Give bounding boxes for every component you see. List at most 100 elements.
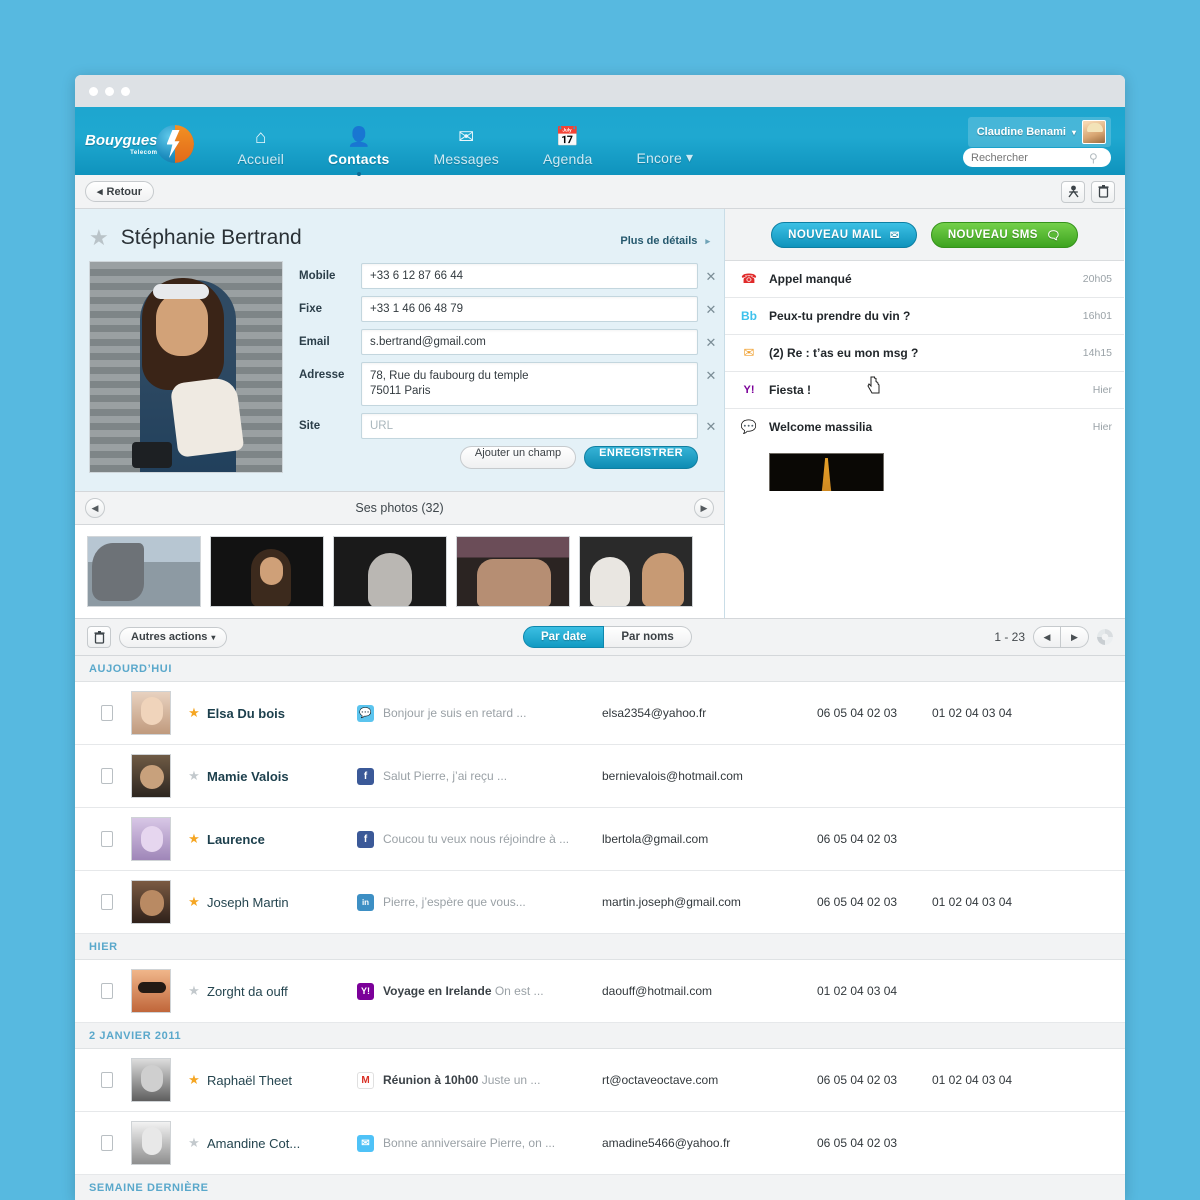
nav-item-contacts[interactable]: 👤 Contacts xyxy=(306,125,412,176)
favorite-star-icon[interactable]: ★ xyxy=(181,705,207,721)
favorite-star-icon[interactable]: ★ xyxy=(181,768,207,784)
new-sms-button[interactable]: NOUVEAU SMS 🗨 xyxy=(930,221,1078,248)
nav-encore-caret[interactable]: ▾ xyxy=(686,149,693,175)
table-row[interactable]: ★ Joseph Martin in Pierre, j’espère que … xyxy=(75,871,1125,934)
message-item[interactable]: Bb Peux-tu prendre du vin ? 16h01 xyxy=(725,298,1124,335)
table-row[interactable]: ★ Amandine Cot... ✉ Bonne anniversaire P… xyxy=(75,1112,1125,1175)
contact-name: Zorght da ouff xyxy=(207,983,288,999)
avatar xyxy=(131,817,171,861)
table-row[interactable]: ★ Zorght da ouff Y! Voyage en Irelande O… xyxy=(75,960,1125,1023)
group-header-today: AUJOURD’HUI xyxy=(75,656,1125,682)
search-input[interactable] xyxy=(971,151,1089,164)
mobile-field[interactable]: +33 6 12 87 66 44 xyxy=(361,263,698,289)
trash-icon[interactable] xyxy=(87,626,111,648)
row-checkbox[interactable] xyxy=(101,705,113,721)
mail-icon: ✉ xyxy=(743,345,755,360)
window-dot[interactable] xyxy=(105,86,114,96)
back-button[interactable]: ◂ Retour xyxy=(85,181,154,202)
add-contact-icon[interactable] xyxy=(1061,180,1085,203)
message-attachment[interactable] xyxy=(739,445,1112,491)
row-checkbox[interactable] xyxy=(101,1135,113,1151)
photo-thumbnail[interactable] xyxy=(579,536,693,607)
nav-item-accueil[interactable]: ⌂ Accueil xyxy=(216,125,307,175)
photo-thumbnail[interactable] xyxy=(333,536,447,607)
search-box[interactable]: ⚲ xyxy=(963,148,1111,167)
snippet: f Coucou tu veux nous réjoindre à ... xyxy=(357,830,602,848)
photo-thumbnail[interactable] xyxy=(87,536,201,607)
email-field[interactable]: s.bertrand@gmail.com xyxy=(361,329,698,355)
photo-thumbnail[interactable] xyxy=(456,536,570,607)
nav-item-agenda[interactable]: 📅 Agenda xyxy=(521,125,614,175)
row-checkbox[interactable] xyxy=(101,768,113,784)
row-checkbox[interactable] xyxy=(101,983,113,999)
sort-segment-control: Par date Par noms xyxy=(523,626,692,648)
nav-item-messages[interactable]: ✉ Messages xyxy=(412,125,521,175)
new-mail-button[interactable]: NOUVEAU MAIL ✉ xyxy=(771,221,917,248)
contact-name: Amandine Cot... xyxy=(207,1135,301,1151)
fixe-field[interactable]: +33 1 46 06 48 79 xyxy=(361,296,698,322)
trash-glyph xyxy=(1098,185,1108,198)
remove-field-icon[interactable]: ✕ xyxy=(698,263,724,285)
page-next-button[interactable]: ▶ xyxy=(1061,626,1089,648)
photo-thumbnail[interactable] xyxy=(210,536,324,607)
favorite-star-icon[interactable]: ★ xyxy=(181,894,207,910)
field-label: Email xyxy=(299,336,330,348)
table-row[interactable]: ★ Laurence f Coucou tu veux nous réjoind… xyxy=(75,808,1125,871)
tab-par-noms[interactable]: Par noms xyxy=(604,626,692,648)
photos-next-button[interactable]: ▶ xyxy=(694,498,714,518)
group-header-semaine-derniere: SEMAINE DERNIÈRE xyxy=(75,1175,1125,1200)
window-dot[interactable] xyxy=(89,86,98,96)
table-row[interactable]: ★ Mamie Valois f Salut Pierre, j’ai reçu… xyxy=(75,745,1125,808)
photos-title: Ses photos (32) xyxy=(355,501,444,515)
snippet-text: Bonjour je suis en retard ... xyxy=(383,706,527,720)
message-item[interactable]: Y! Fiesta ! Hier xyxy=(725,372,1124,409)
remove-field-icon[interactable]: ✕ xyxy=(698,362,724,384)
chat-bubble-icon: 🗨 xyxy=(1045,229,1061,242)
save-button[interactable]: ENREGISTRER xyxy=(584,446,698,469)
brand-logo[interactable]: Bouygues Telecom xyxy=(85,125,194,163)
row-checkbox[interactable] xyxy=(101,1072,113,1088)
remove-field-icon[interactable]: ✕ xyxy=(698,296,724,318)
chat-bubble-icon: 💬 xyxy=(740,419,758,434)
app-window: Bouygues Telecom ⌂ Accueil 👤 Contacts ✉ … xyxy=(75,75,1125,1200)
field-row-email: Email s.bertrand@gmail.com ✕ xyxy=(299,329,724,355)
snippet: Y! Voyage en Irelande On est ... xyxy=(357,982,602,1000)
favorite-star-icon[interactable]: ★ xyxy=(181,831,207,847)
eiffel-tower-shape xyxy=(809,458,844,491)
favorite-star-icon[interactable]: ★ xyxy=(181,983,207,999)
avatar xyxy=(131,969,171,1013)
adresse-field[interactable]: 78, Rue du faubourg du temple 75011 Pari… xyxy=(361,362,698,406)
search-icon[interactable]: ⚲ xyxy=(1089,151,1098,165)
site-field[interactable]: URL xyxy=(361,413,698,439)
envelope-icon: ✉ xyxy=(458,127,475,148)
message-item[interactable]: 💬 Welcome massilia Hier xyxy=(725,409,1124,491)
snippet-subject: Réunion à 10h00 xyxy=(383,1073,479,1087)
yahoo-icon: Y! xyxy=(743,384,755,396)
favorite-star-icon[interactable]: ★ xyxy=(181,1072,207,1088)
photos-prev-button[interactable]: ◀ xyxy=(85,498,105,518)
page-prev-button[interactable]: ◀ xyxy=(1033,626,1061,648)
window-dot[interactable] xyxy=(121,86,130,96)
favorite-star-icon[interactable]: ★ xyxy=(181,1135,207,1151)
photos-strip xyxy=(75,525,725,618)
remove-field-icon[interactable]: ✕ xyxy=(698,413,724,435)
other-actions-button[interactable]: Autres actions ▾ xyxy=(119,626,228,648)
favorite-star-icon[interactable]: ★ xyxy=(89,225,109,251)
message-item[interactable]: ✉ (2) Re : t’as eu mon msg ? 14h15 xyxy=(725,335,1124,372)
contact-photo[interactable] xyxy=(89,261,283,473)
tab-par-date[interactable]: Par date xyxy=(523,626,605,648)
delete-icon[interactable] xyxy=(1091,180,1115,203)
row-checkbox[interactable] xyxy=(101,831,113,847)
more-details-link[interactable]: Plus de détails ▸ xyxy=(620,235,710,247)
table-row[interactable]: ★ Raphaël Theet M Réunion à 10h00 Juste … xyxy=(75,1049,1125,1112)
row-checkbox[interactable] xyxy=(101,894,113,910)
add-field-button[interactable]: Ajouter un champ xyxy=(459,446,577,469)
table-row[interactable]: ★ Elsa Du bois 💬 Bonjour je suis en reta… xyxy=(75,682,1125,745)
message-time: 16h01 xyxy=(1082,310,1112,322)
remove-field-icon[interactable]: ✕ xyxy=(698,329,724,351)
message-time: Hier xyxy=(1092,384,1112,396)
nav-label: Agenda xyxy=(542,151,593,167)
snippet-text: Salut Pierre, j’ai reçu ... xyxy=(383,769,508,783)
message-item[interactable]: ☎ Appel manqué 20h05 xyxy=(725,261,1124,298)
user-menu[interactable]: Claudine Benami ▾ xyxy=(967,117,1111,147)
